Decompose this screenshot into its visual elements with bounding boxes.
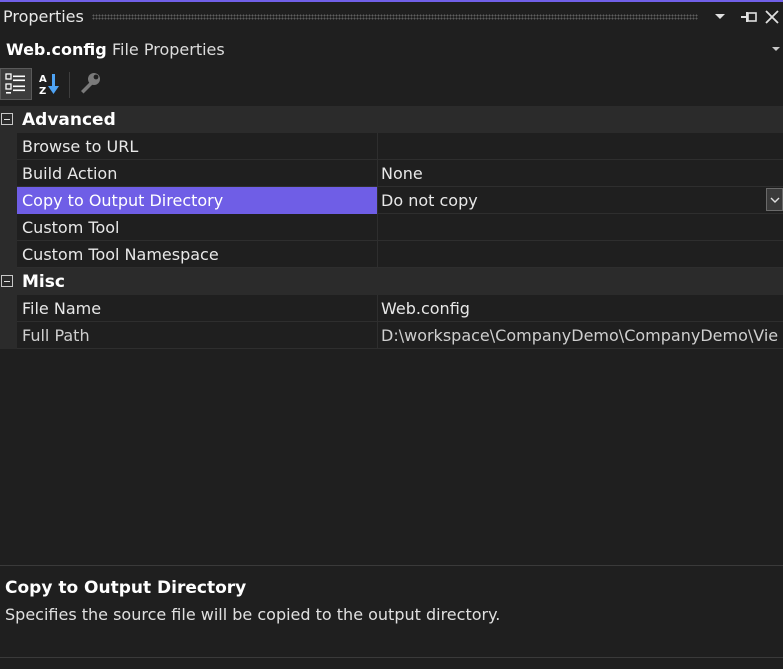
property-name-cell[interactable]: File Name bbox=[17, 295, 377, 322]
selected-object-kind: File Properties bbox=[112, 40, 225, 59]
chevron-down-icon bbox=[770, 197, 779, 203]
description-splitter[interactable] bbox=[0, 565, 783, 566]
property-name: Build Action bbox=[22, 164, 118, 183]
property-value-cell[interactable]: D:\workspace\CompanyDemo\CompanyDemo\Vie bbox=[378, 322, 783, 349]
property-name-cell[interactable]: Custom Tool Namespace bbox=[17, 241, 377, 268]
property-name: Custom Tool bbox=[22, 218, 120, 237]
property-value-cell[interactable] bbox=[378, 214, 783, 241]
property-name: File Name bbox=[22, 299, 102, 318]
property-value-cell[interactable] bbox=[378, 133, 783, 160]
description-text: Specifies the source file will be copied… bbox=[5, 605, 501, 624]
property-value: Web.config bbox=[381, 299, 470, 318]
object-selector[interactable]: Web.config File Properties bbox=[0, 34, 783, 65]
svg-text:Z: Z bbox=[39, 86, 46, 97]
property-grid: Advanced Browse to URL Build Action None bbox=[0, 106, 783, 349]
row-gutter bbox=[0, 241, 17, 268]
property-value-cell[interactable] bbox=[378, 241, 783, 268]
alphabetical-icon: A Z bbox=[39, 74, 59, 97]
category-misc[interactable]: Misc bbox=[0, 268, 783, 295]
property-value-select[interactable]: Do not copy bbox=[378, 187, 783, 214]
row-gutter bbox=[0, 133, 17, 160]
property-value-cell[interactable]: Web.config bbox=[378, 295, 783, 322]
property-row[interactable]: Custom Tool bbox=[0, 214, 783, 241]
row-gutter bbox=[0, 322, 17, 349]
property-name-cell[interactable]: Build Action bbox=[17, 160, 377, 187]
window-title: Properties bbox=[3, 7, 84, 26]
window-position-button[interactable] bbox=[710, 6, 730, 28]
row-gutter bbox=[0, 160, 17, 187]
title-bar[interactable]: Properties bbox=[0, 2, 783, 32]
svg-text:A: A bbox=[39, 74, 47, 85]
property-value-cell[interactable]: None bbox=[378, 160, 783, 187]
wrench-icon bbox=[81, 73, 100, 94]
categorized-icon bbox=[5, 73, 25, 94]
toolbar-separator bbox=[69, 72, 70, 98]
property-row[interactable]: File Name Web.config bbox=[0, 295, 783, 322]
row-gutter bbox=[0, 295, 17, 322]
drag-grip[interactable] bbox=[92, 14, 698, 20]
property-row[interactable]: Build Action None bbox=[0, 160, 783, 187]
bottom-border bbox=[0, 657, 783, 658]
property-name-cell[interactable]: Copy to Output Directory bbox=[17, 187, 377, 214]
property-name: Browse to URL bbox=[22, 137, 139, 156]
property-value: D:\workspace\CompanyDemo\CompanyDemo\Vie bbox=[381, 326, 779, 345]
chevron-down-icon[interactable] bbox=[771, 44, 781, 54]
properties-window: Properties Web.config File Properties A … bbox=[0, 0, 783, 669]
category-label: Advanced bbox=[22, 110, 116, 130]
property-row-selected[interactable]: Copy to Output Directory Do not copy bbox=[0, 187, 783, 214]
value-dropdown-button[interactable] bbox=[766, 188, 783, 211]
collapse-icon[interactable] bbox=[1, 275, 13, 287]
alphabetical-button[interactable]: A Z bbox=[34, 68, 66, 100]
properties-toolbar: A Z bbox=[0, 66, 783, 103]
collapse-icon[interactable] bbox=[1, 113, 13, 125]
categorized-button[interactable] bbox=[0, 68, 32, 100]
property-name: Copy to Output Directory bbox=[22, 191, 224, 210]
property-name: Full Path bbox=[22, 326, 90, 345]
property-name-cell[interactable]: Full Path bbox=[17, 322, 377, 349]
property-name-cell[interactable]: Browse to URL bbox=[17, 133, 377, 160]
property-row[interactable]: Full Path D:\workspace\CompanyDemo\Compa… bbox=[0, 322, 783, 349]
property-pages-button[interactable] bbox=[74, 68, 106, 100]
pin-icon bbox=[741, 12, 757, 22]
property-value: Do not copy bbox=[381, 191, 478, 210]
property-row[interactable]: Browse to URL bbox=[0, 133, 783, 160]
chevron-down-icon bbox=[715, 14, 725, 19]
auto-hide-button[interactable] bbox=[739, 6, 759, 28]
close-button[interactable] bbox=[762, 6, 782, 28]
close-icon bbox=[765, 10, 779, 24]
property-row[interactable]: Custom Tool Namespace bbox=[0, 241, 783, 268]
selected-object-name: Web.config bbox=[6, 40, 107, 59]
row-gutter bbox=[0, 187, 17, 214]
property-name: Custom Tool Namespace bbox=[22, 245, 219, 264]
row-gutter bbox=[0, 214, 17, 241]
description-title: Copy to Output Directory bbox=[5, 578, 247, 598]
category-advanced[interactable]: Advanced bbox=[0, 106, 783, 133]
property-value: None bbox=[381, 164, 423, 183]
property-name-cell[interactable]: Custom Tool bbox=[17, 214, 377, 241]
category-label: Misc bbox=[22, 272, 65, 292]
